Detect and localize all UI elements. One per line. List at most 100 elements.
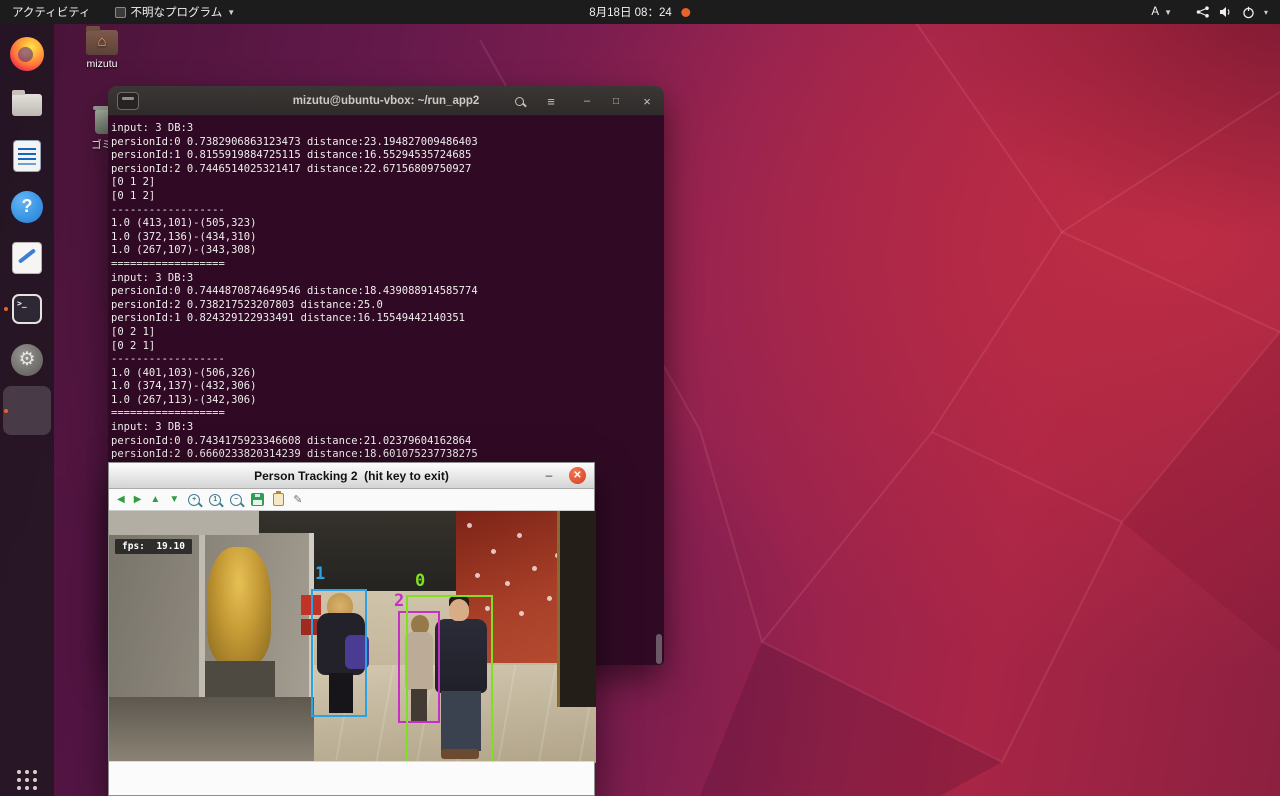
terminal-line: 1.0 (413,101)-(505,323) [111,217,664,231]
minimize-button[interactable]: – [540,466,558,484]
running-indicator-icon [4,409,8,413]
terminal-line: 1.0 (401,103)-(506,326) [111,367,664,381]
gold-statue [207,547,271,665]
help-icon: ? [11,191,43,223]
terminal-line: [0 1 2] [111,190,664,204]
app-menu-label: 不明なプログラム [131,4,223,20]
dock-item-terminal[interactable]: >_ [3,284,51,333]
cv-toolbar: ◀ ▶ ▲ ▼ +1− ✎ [109,489,594,511]
dock-item-firefox[interactable] [3,29,51,78]
input-method-label: A [1151,6,1159,18]
minimize-button[interactable]: – [578,92,596,110]
power-icon [1242,6,1255,19]
gear-icon: ⚙ [11,344,43,376]
terminal-line: persionId:2 0.738217523207803 distance:2… [111,299,664,313]
terminal-line: input: 3 DB:3 [111,122,664,136]
statue-plinth [205,661,275,699]
terminal-line: [0 2 1] [111,326,664,340]
show-applications-button[interactable] [17,770,37,790]
pan-up-icon[interactable]: ▲ [150,493,160,507]
zoom-in-icon[interactable]: + [188,494,200,506]
zoom-out-icon[interactable]: − [230,494,242,506]
terminal-line: persionId:2 0.6660233820314239 distance:… [111,448,664,462]
maximize-button[interactable]: □ [607,92,625,110]
fps-overlay: fps: 19.10 [115,539,192,554]
close-button[interactable]: ✕ [569,467,586,484]
dock-item-files[interactable] [3,80,51,129]
tracking-window-title: Person Tracking 2 (hit key to exit) [109,469,594,483]
terminal-line: ------------------ [111,204,664,218]
dock-item-libreoffice-writer[interactable] [3,131,51,180]
running-indicator-icon [4,307,8,311]
terminal-line: persionId:2 0.7446514025321417 distance:… [111,163,664,177]
terminal-line: persionId:0 0.7382906863123473 distance:… [111,136,664,150]
pan-down-icon[interactable]: ▼ [169,493,179,507]
dock-item-running-app[interactable] [3,386,51,435]
dock-item-settings[interactable]: ⚙ [3,335,51,384]
chevron-down-icon: ▾ [1264,8,1268,17]
ceiling [109,511,259,535]
clock-button[interactable]: 8月18日 08：24 [579,0,700,24]
activities-button[interactable]: アクティビティ [0,0,103,24]
input-method-indicator[interactable]: A ▼ [1139,0,1184,24]
video-frame: 1 2 0 fps: 19.10 [109,511,596,763]
bounding-box-1-label: 1 [315,564,325,584]
home-folder-icon: ⌂ [86,30,118,55]
tracking-titlebar[interactable]: Person Tracking 2 (hit key to exit) – ✕ [109,463,594,489]
back-icon[interactable]: ◀ [117,493,125,507]
terminal-line: 1.0 (267,113)-(342,306) [111,394,664,408]
terminal-line: ================== [111,258,664,272]
zoom-original-icon[interactable]: 1 [209,494,221,506]
copy-icon[interactable] [273,493,284,506]
activities-label: アクティビティ [12,4,91,20]
menu-button[interactable]: ≡ [542,92,560,110]
tracking-window: Person Tracking 2 (hit key to exit) – ✕ … [108,462,595,796]
firefox-icon [10,37,44,71]
chevron-down-icon: ▼ [227,8,235,17]
system-status-area[interactable]: ▾ [1184,0,1280,24]
bounding-box-2-label: 2 [394,591,404,611]
terminal-line: [0 1 2] [111,176,664,190]
close-button[interactable]: × [638,92,656,110]
bounding-box-0 [406,595,493,763]
terminal-line: 1.0 (374,137)-(432,306) [111,380,664,394]
terminal-line: 1.0 (372,136)-(434,310) [111,231,664,245]
terminal-line: persionId:0 0.7434175923346608 distance:… [111,435,664,449]
terminal-scrollbar[interactable] [656,634,662,664]
glass-frame [199,533,205,699]
forward-icon[interactable]: ▶ [134,493,142,507]
terminal-line: persionId:1 0.824329122933491 distance:1… [111,312,664,326]
bounding-box-1 [311,589,367,717]
terminal-line: persionId:1 0.8155919884725115 distance:… [111,149,664,163]
terminal-line: input: 3 DB:3 [111,272,664,286]
text-editor-icon [13,243,41,273]
save-icon[interactable] [251,493,264,506]
desktop: アクティビティ 不明なプログラム ▼ 8月18日 08：24 A ▼ [0,0,1280,796]
terminal-titlebar[interactable]: mizutu@ubuntu-vbox: ~/run_app2 ≡ – □ × [108,86,664,116]
search-button[interactable] [510,92,528,110]
cv-statusbar [109,761,594,795]
terminal-line: [0 2 1] [111,340,664,354]
app-menu[interactable]: 不明なプログラム ▼ [103,0,248,24]
properties-icon[interactable]: ✎ [293,493,302,507]
display-case-base [109,697,314,763]
app-window-icon [115,7,126,18]
terminal-line: persionId:0 0.7444870874649546 distance:… [111,285,664,299]
document-icon [14,141,40,171]
terminal-icon: >_ [12,294,42,324]
bounding-box-0-label: 0 [415,571,425,591]
desktop-icon-label: mizutu [78,58,126,70]
desktop-icon-home[interactable]: ⌂ mizutu [78,30,126,70]
chevron-down-icon: ▼ [1164,8,1172,17]
terminal-app-icon[interactable] [117,92,139,110]
dock-item-text-editor[interactable] [3,233,51,282]
dock: ? >_ ⚙ [0,24,54,796]
terminal-line: ================== [111,407,664,421]
clock-label: 8月18日 08：24 [589,4,671,20]
hamburger-icon: ≡ [547,94,555,109]
right-storefront [557,511,596,707]
dock-item-help[interactable]: ? [3,182,51,231]
search-icon [515,97,524,106]
recording-indicator-icon [682,8,691,17]
terminal-line: 1.0 (267,107)-(343,308) [111,244,664,258]
